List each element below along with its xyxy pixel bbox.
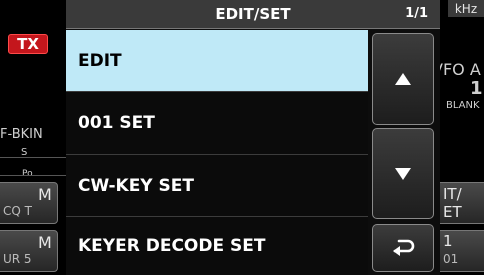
menu-item-label: KEYER DECODE SET (78, 236, 266, 256)
memory-button-label: M (38, 185, 52, 204)
memory-button-ur[interactable]: M UR 5 (0, 230, 58, 272)
memory-button-label: M (38, 233, 52, 252)
menu-item-001-set[interactable]: 001 SET (66, 92, 368, 155)
triangle-up-icon (395, 73, 411, 85)
divider (0, 157, 66, 158)
vfo-frequency-digit: 1 (470, 78, 483, 99)
frequency-unit-label: kHz (448, 0, 484, 17)
scroll-down-button[interactable] (372, 128, 434, 219)
scroll-up-button[interactable] (372, 33, 434, 125)
dialog-title-bar: EDIT/SET 1/1 (66, 0, 440, 29)
menu-item-edit[interactable]: EDIT (66, 30, 368, 92)
menu-item-label: CW-KEY SET (78, 176, 194, 196)
menu-item-keyer-decode-set[interactable]: KEYER DECODE SET (66, 217, 368, 275)
memory-button-sublabel: UR 5 (3, 252, 32, 266)
menu-item-cw-key-set[interactable]: CW-KEY SET (66, 155, 368, 217)
channel-button[interactable]: 1 01 (436, 230, 484, 272)
edit-set-dialog: EDIT/SET 1/1 EDIT 001 SET CW-KEY SET KEY… (66, 0, 440, 275)
channel-button-sublabel: 01 (443, 252, 459, 266)
edit-set-button-label: IT/ (443, 185, 462, 203)
dialog-title: EDIT/SET (215, 5, 291, 23)
triangle-down-icon (395, 167, 411, 180)
blank-label: BLANK (446, 100, 480, 111)
channel-button-label: 1 (443, 232, 453, 250)
edit-set-button-sublabel: ET (443, 203, 462, 221)
divider (0, 175, 66, 176)
return-arrow-icon (393, 239, 415, 256)
page-indicator: 1/1 (405, 6, 428, 21)
break-in-mode-label: F-BKIN (0, 127, 43, 142)
back-button[interactable] (372, 224, 434, 272)
menu-list: EDIT 001 SET CW-KEY SET KEYER DECODE SET (66, 30, 368, 275)
tx-indicator: TX (8, 34, 48, 54)
edit-set-button[interactable]: IT/ ET (436, 182, 484, 224)
menu-item-label: 001 SET (78, 113, 155, 133)
memory-button-sublabel: CQ T (3, 204, 32, 218)
memory-button-cq[interactable]: M CQ T (0, 182, 58, 224)
menu-item-label: EDIT (78, 51, 122, 71)
